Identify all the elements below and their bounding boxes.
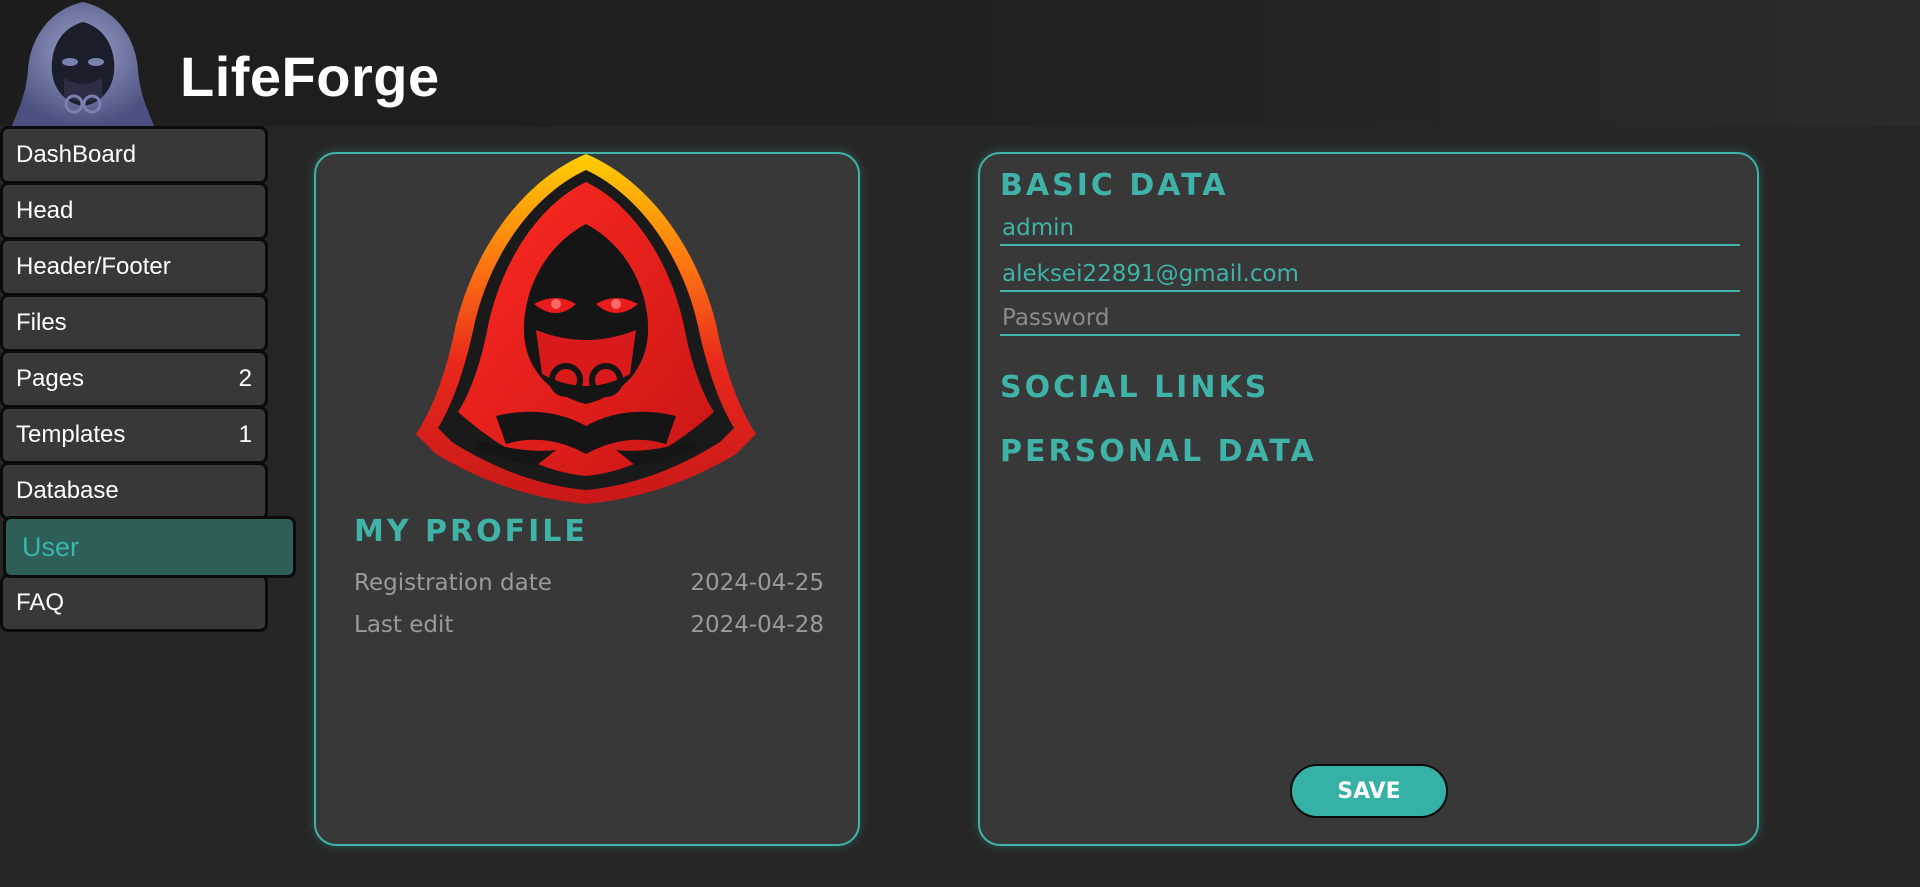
sidebar-item-files[interactable]: Files (0, 294, 268, 352)
sidebar-item-count: 1 (238, 421, 252, 448)
username-field[interactable] (1000, 212, 1740, 246)
sidebar-item-count: 2 (238, 365, 252, 392)
sidebar-item-user[interactable]: User (3, 516, 296, 578)
password-field[interactable] (1000, 302, 1740, 336)
social-links-title[interactable]: SOCIAL LINKS (1000, 370, 1269, 405)
sidebar-item-head[interactable]: Head (0, 182, 268, 240)
sidebar-item-label: Header/Footer (16, 253, 171, 280)
sidebar-item-dashboard[interactable]: DashBoard (0, 126, 268, 184)
save-button[interactable]: SAVE (1290, 764, 1448, 818)
profile-title: MY PROFILE (354, 514, 588, 549)
sidebar-item-label: Pages (16, 365, 85, 392)
last-edit-value: 2024-04-28 (690, 612, 824, 638)
sidebar-item-header-footer[interactable]: Header/Footer (0, 238, 268, 296)
registration-date-row: Registration date 2024-04-25 (354, 570, 824, 596)
last-edit-row: Last edit 2024-04-28 (354, 612, 824, 638)
sidebar-item-label: DashBoard (16, 141, 137, 168)
basic-data-title: BASIC DATA (1000, 168, 1229, 203)
email-field[interactable] (1000, 258, 1740, 292)
sidebar-item-label: Database (16, 477, 119, 504)
data-card: BASIC DATA SOCIAL LINKS PERSONAL DATA SA… (978, 152, 1759, 846)
profile-card: MY PROFILE Registration date 2024-04-25 … (314, 152, 860, 846)
sidebar-item-label: FAQ (16, 589, 65, 616)
last-edit-label: Last edit (354, 612, 454, 638)
sidebar-item-label: User (22, 531, 80, 562)
hooded-figure-red-icon (416, 154, 756, 504)
sidebar-item-label: Files (16, 309, 67, 336)
sidebar-item-templates[interactable]: Templates 1 (0, 406, 268, 464)
sidebar-item-pages[interactable]: Pages 2 (0, 350, 268, 408)
registration-date-value: 2024-04-25 (690, 570, 824, 596)
personal-data-title[interactable]: PERSONAL DATA (1000, 434, 1317, 469)
registration-date-label: Registration date (354, 570, 552, 596)
hooded-figure-icon (12, 2, 154, 126)
sidebar-item-faq[interactable]: FAQ (0, 574, 268, 632)
app-header: LifeForge (0, 0, 1920, 126)
sidebar-item-label: Head (16, 197, 74, 224)
sidebar-item-database[interactable]: Database (0, 462, 268, 520)
sidebar-item-label: Templates (16, 421, 126, 448)
app-title: LifeForge (180, 45, 440, 108)
